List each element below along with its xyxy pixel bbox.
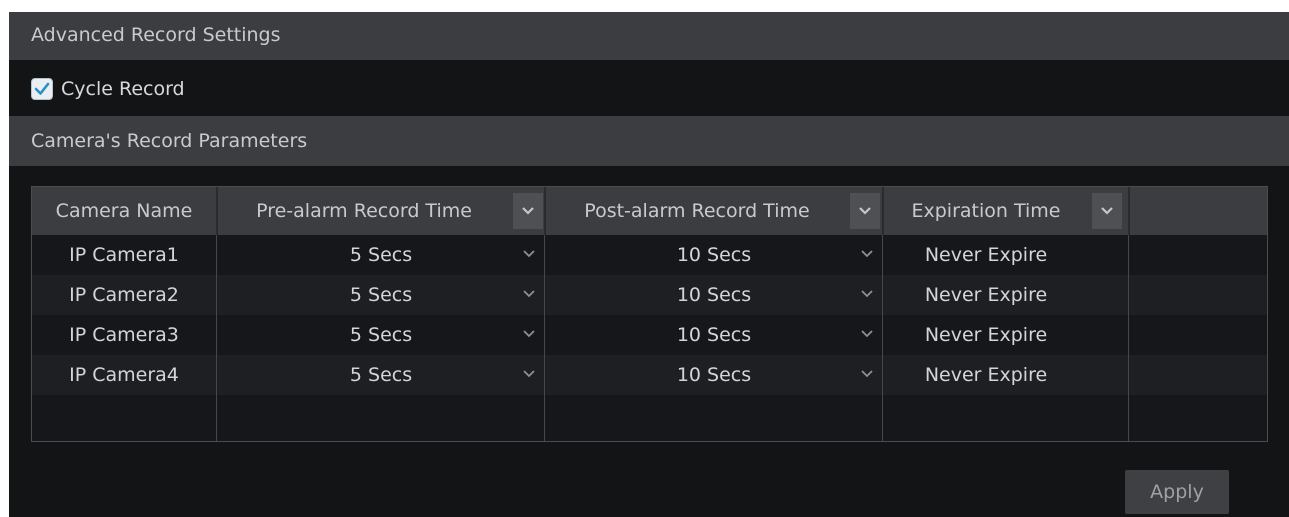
- pre-alarm-select[interactable]: 5 Secs: [218, 275, 544, 315]
- camera-record-parameters-header: Camera's Record Parameters: [9, 116, 1289, 166]
- header-expiration: Expiration Time: [911, 200, 1061, 222]
- pre-alarm-batch-dropdown[interactable]: [513, 193, 543, 229]
- record-parameters-table: Camera Name Pre-alarm Record Time Post-a…: [31, 186, 1268, 442]
- advanced-record-settings-header: Advanced Record Settings: [9, 12, 1289, 60]
- pre-alarm-select[interactable]: 5 Secs: [218, 315, 544, 355]
- chevron-down-icon[interactable]: [522, 369, 536, 379]
- cycle-record-option[interactable]: Cycle Record: [31, 74, 185, 104]
- empty-table-row: [32, 395, 1267, 435]
- cycle-record-checkbox[interactable]: [31, 78, 53, 100]
- expiration-select[interactable]: Never Expire: [884, 275, 1088, 315]
- camera-name-cell: IP Camera2: [69, 284, 179, 306]
- chevron-down-icon: [1101, 207, 1113, 215]
- post-alarm-select[interactable]: 10 Secs: [546, 235, 882, 275]
- expiration-batch-dropdown[interactable]: [1092, 193, 1122, 229]
- post-alarm-batch-dropdown[interactable]: [850, 193, 880, 229]
- table-row: IP Camera3 5 Secs 10 Secs Never Expire: [32, 315, 1267, 355]
- camera-name-cell: IP Camera3: [69, 324, 179, 346]
- column-divider: [1128, 235, 1129, 441]
- post-alarm-select[interactable]: 10 Secs: [546, 275, 882, 315]
- chevron-down-icon[interactable]: [522, 249, 536, 259]
- header-post-alarm: Post-alarm Record Time: [584, 200, 810, 222]
- pre-alarm-select[interactable]: 5 Secs: [218, 355, 544, 395]
- apply-button[interactable]: Apply: [1125, 470, 1229, 514]
- header-pre-alarm: Pre-alarm Record Time: [256, 200, 472, 222]
- chevron-down-icon[interactable]: [522, 289, 536, 299]
- table-header-row: Camera Name Pre-alarm Record Time Post-a…: [32, 187, 1267, 235]
- chevron-down-icon[interactable]: [860, 329, 874, 339]
- column-divider: [544, 235, 545, 441]
- expiration-select[interactable]: Never Expire: [884, 355, 1088, 395]
- expiration-select[interactable]: Never Expire: [884, 235, 1088, 275]
- camera-name-cell: IP Camera1: [69, 244, 179, 266]
- column-divider: [882, 235, 883, 441]
- post-alarm-select[interactable]: 10 Secs: [546, 315, 882, 355]
- chevron-down-icon[interactable]: [522, 329, 536, 339]
- chevron-down-icon: [522, 207, 534, 215]
- chevron-down-icon[interactable]: [860, 249, 874, 259]
- table-row: IP Camera1 5 Secs 10 Secs Never Expire: [32, 235, 1267, 275]
- check-icon: [34, 82, 50, 95]
- header-camera-name: Camera Name: [55, 200, 193, 222]
- chevron-down-icon: [859, 207, 871, 215]
- table-row: IP Camera2 5 Secs 10 Secs Never Expire: [32, 275, 1267, 315]
- camera-name-cell: IP Camera4: [69, 364, 179, 386]
- pre-alarm-select[interactable]: 5 Secs: [218, 235, 544, 275]
- column-divider: [216, 235, 217, 441]
- chevron-down-icon[interactable]: [860, 289, 874, 299]
- chevron-down-icon[interactable]: [860, 369, 874, 379]
- cycle-record-label: Cycle Record: [61, 78, 185, 100]
- record-settings-panel: Advanced Record Settings Cycle Record Ca…: [9, 12, 1289, 517]
- expiration-select[interactable]: Never Expire: [884, 315, 1088, 355]
- post-alarm-select[interactable]: 10 Secs: [546, 355, 882, 395]
- table-row: IP Camera4 5 Secs 10 Secs Never Expire: [32, 355, 1267, 395]
- header-separator: [1128, 187, 1130, 235]
